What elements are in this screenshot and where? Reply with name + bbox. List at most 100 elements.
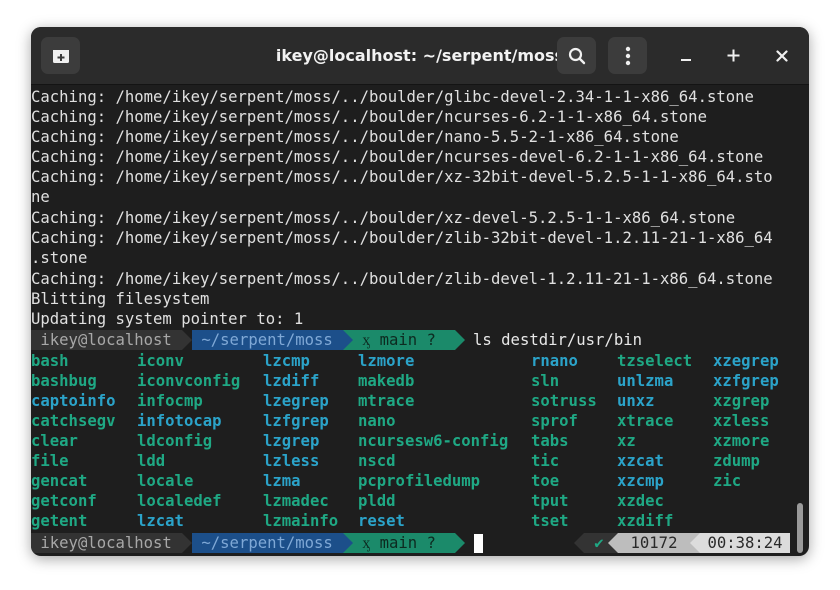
- minimize-button[interactable]: [666, 37, 705, 74]
- ls-entry: reset: [358, 512, 405, 530]
- status-separator-icon: [574, 533, 584, 553]
- ls-row: bash iconv lzcmp lzmore rnano tzselect x…: [31, 351, 795, 371]
- output-line: Caching: /home/ikey/serpent/moss/../boul…: [31, 108, 707, 126]
- ls-entry: lzmore: [358, 352, 415, 370]
- ls-entry: lzfgrep: [263, 412, 329, 430]
- ls-entry: lzcat: [137, 512, 184, 530]
- output-line: Blitting filesystem: [31, 290, 210, 308]
- output-line: .stone: [31, 249, 88, 267]
- new-tab-button[interactable]: [41, 37, 80, 74]
- ls-entry: zic: [713, 472, 742, 490]
- ls-entry: xtrace: [617, 412, 674, 430]
- ls-entry: xzegrep: [713, 352, 779, 370]
- prompt-separator-icon: [182, 330, 192, 350]
- ls-entry: getent: [31, 512, 88, 530]
- prompt-dir-segment: ~/serpent/moss: [192, 330, 343, 350]
- terminal-content[interactable]: Caching: /home/ikey/serpent/moss/../boul…: [31, 85, 809, 556]
- ls-entry: tput: [531, 492, 569, 510]
- ls-entry: tic: [531, 452, 560, 470]
- ls-entry: infocmp: [137, 392, 203, 410]
- ls-entry: sln: [531, 372, 560, 390]
- maximize-button[interactable]: [714, 37, 753, 74]
- status-separator-icon: [690, 533, 700, 553]
- ls-entry: rnano: [531, 352, 578, 370]
- ls-entry: lzcmp: [263, 352, 310, 370]
- ls-entry: localedef: [137, 492, 222, 510]
- close-icon: [775, 49, 788, 62]
- ls-row: file ldd lzless nscd tic xzcat zdump: [31, 451, 795, 471]
- ls-entry: lzgrep: [263, 432, 320, 450]
- output-line: Updating system pointer to: 1: [31, 310, 304, 328]
- ls-entry: xz: [617, 432, 636, 450]
- ls-entry: xzdec: [617, 492, 664, 510]
- prompt-separator-icon: [343, 330, 353, 350]
- maximize-icon: [727, 49, 740, 62]
- output-line: Caching: /home/ikey/serpent/moss/../boul…: [31, 88, 754, 106]
- ls-row: bashbug iconvconfig lzdiff makedb sln un…: [31, 371, 795, 391]
- minimize-icon: [680, 58, 691, 61]
- ls-row: catchsegv infotocap lzfgrep nano sprof x…: [31, 411, 795, 431]
- new-tab-icon: [52, 49, 69, 63]
- status-separator-icon: [608, 533, 618, 553]
- ls-entry: zdump: [713, 452, 760, 470]
- ls-entry: pldd: [358, 492, 396, 510]
- kebab-menu-icon: [625, 46, 630, 65]
- ls-entry: catchsegv: [31, 412, 116, 430]
- close-button[interactable]: [762, 37, 801, 74]
- ls-entry: captoinfo: [31, 392, 116, 410]
- ls-entry: ldd: [137, 452, 166, 470]
- prompt-separator-icon: [455, 330, 465, 350]
- output-line: Caching: /home/ikey/serpent/moss/../boul…: [31, 168, 773, 186]
- ls-entry: tset: [531, 512, 569, 530]
- ls-entry: iconvconfig: [137, 372, 241, 390]
- ls-entry: clear: [31, 432, 78, 450]
- ls-entry: unxz: [617, 392, 655, 410]
- ls-entry: infotocap: [137, 412, 222, 430]
- ls-entry: mtrace: [358, 392, 415, 410]
- prompt-line: ikey@localhost ~/serpent/moss ᶍ main ? ✔…: [31, 533, 795, 553]
- terminal-window: ikey@localhost: ~/serpent/moss Caching: …: [31, 27, 809, 556]
- ls-entry: xzcmp: [617, 472, 664, 490]
- menu-button[interactable]: [608, 37, 647, 74]
- ls-entry: nscd: [358, 452, 396, 470]
- ls-entry: tzselect: [617, 352, 693, 370]
- history-number: 10172: [618, 533, 690, 553]
- prompt-separator-icon: [455, 533, 465, 553]
- header-bar: ikey@localhost: ~/serpent/moss: [31, 27, 809, 85]
- output-line: Caching: /home/ikey/serpent/moss/../boul…: [31, 148, 764, 166]
- output-line: Caching: /home/ikey/serpent/moss/../boul…: [31, 209, 736, 227]
- prompt-user-segment: ikey@localhost: [31, 533, 182, 553]
- ls-entry: bash: [31, 352, 69, 370]
- ls-entry: sprof: [531, 412, 578, 430]
- ls-entry: lzdiff: [263, 372, 320, 390]
- ls-row: clear ldconfig lzgrep ncursesw6-config t…: [31, 431, 795, 451]
- ls-entry: xzmore: [713, 432, 770, 450]
- prompt-user-segment: ikey@localhost: [31, 330, 182, 350]
- ls-entry: nano: [358, 412, 396, 430]
- prompt-line: ikey@localhost ~/serpent/moss ᶍ main ? l…: [31, 330, 795, 350]
- output-line: Caching: /home/ikey/serpent/moss/../boul…: [31, 270, 773, 288]
- search-button[interactable]: [557, 37, 596, 74]
- ls-entry: lzma: [263, 472, 301, 490]
- search-icon: [568, 47, 585, 64]
- ls-entry: file: [31, 452, 69, 470]
- output-line: Caching: /home/ikey/serpent/moss/../boul…: [31, 229, 773, 247]
- ls-entry: lzmainfo: [263, 512, 339, 530]
- output-line: ne: [31, 188, 50, 206]
- clock-time: 00:38:24: [700, 533, 790, 553]
- ls-entry: lzless: [263, 452, 320, 470]
- text-cursor: [474, 534, 483, 553]
- ls-row: getent lzcat lzmainfo reset tset xzdiff: [31, 511, 795, 531]
- ls-entry: iconv: [137, 352, 184, 370]
- prompt-separator-icon: [182, 533, 192, 553]
- scrollbar-thumb[interactable]: [797, 503, 803, 553]
- ls-entry: lzmadec: [263, 492, 329, 510]
- ls-entry: xzfgrep: [713, 372, 779, 390]
- ls-entry: getconf: [31, 492, 97, 510]
- ls-entry: lzegrep: [263, 392, 329, 410]
- ls-entry: xzless: [713, 412, 770, 430]
- ls-entry: locale: [137, 472, 194, 490]
- ls-entry: xzgrep: [713, 392, 770, 410]
- prompt-separator-icon: [343, 533, 353, 553]
- ls-entry: xzcat: [617, 452, 664, 470]
